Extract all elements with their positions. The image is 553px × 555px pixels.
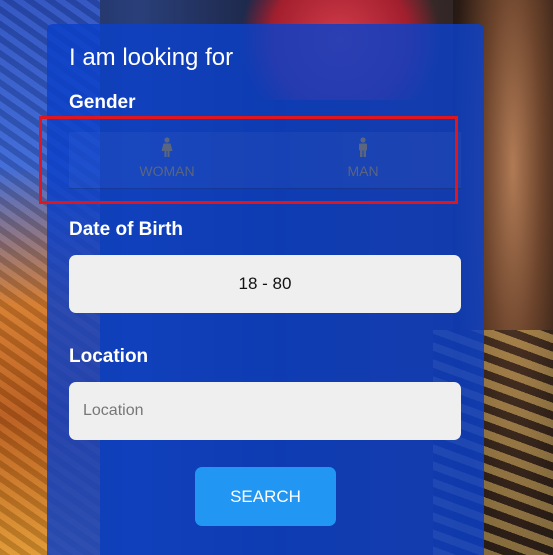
- search-panel: I am looking for Gender WOMAN MAN Date o…: [47, 24, 484, 555]
- gender-option-woman[interactable]: WOMAN: [69, 132, 265, 188]
- female-person-icon: [161, 137, 173, 157]
- gender-option-man[interactable]: MAN: [265, 132, 461, 188]
- gender-label: Gender: [69, 92, 136, 113]
- age-range-field[interactable]: 18 - 80: [69, 255, 461, 313]
- gender-option-woman-label: WOMAN: [139, 163, 195, 179]
- location-label: Location: [69, 346, 149, 367]
- location-field-wrapper: [69, 382, 461, 440]
- search-button[interactable]: SEARCH: [195, 467, 336, 526]
- gender-option-man-label: MAN: [347, 163, 379, 179]
- gender-selector: WOMAN MAN: [69, 132, 461, 189]
- form-title: I am looking for: [69, 44, 234, 71]
- male-person-icon: [359, 137, 367, 157]
- location-input[interactable]: [69, 382, 461, 440]
- date-of-birth-label: Date of Birth: [69, 219, 183, 240]
